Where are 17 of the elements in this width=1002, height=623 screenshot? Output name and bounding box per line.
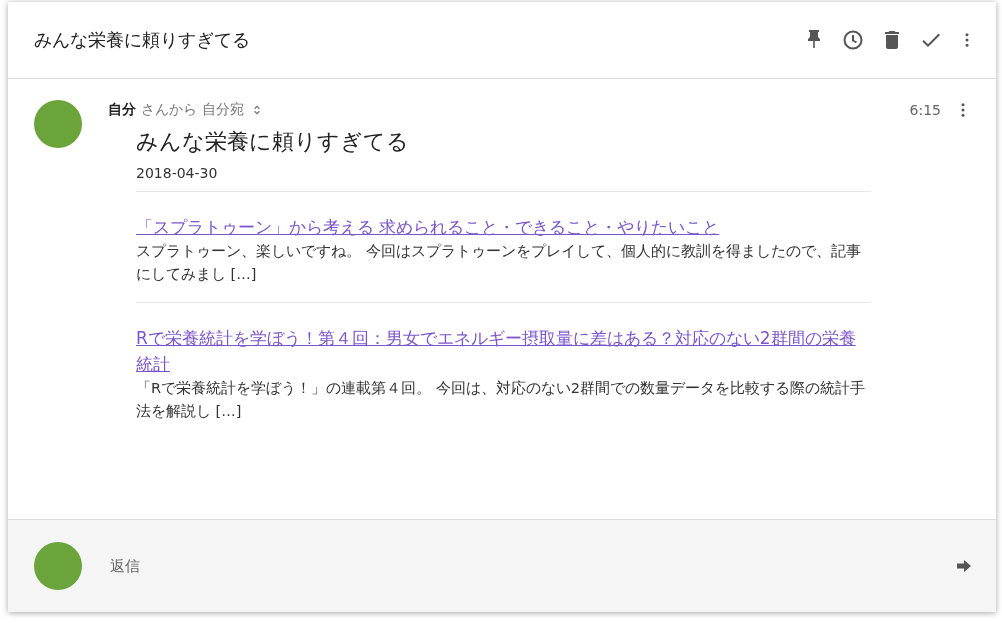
post-excerpt: 「Rで栄養統計を学ぼう！」の連載第４回。 今回は、対応のない2群間での数量データを比較する際の統計手法を解説し […] [136,379,866,421]
message-time: 6:15 [909,102,941,118]
sender-name: 自分 [108,101,136,119]
clock-icon[interactable] [841,28,865,52]
avatar [34,542,82,590]
post-link[interactable]: 「スプラトゥーン」から考える 求められること・できること・やりたいこと [136,214,871,240]
email-subject: みんな栄養に頼りすぎてる [136,128,410,156]
recipient-label: 自分宛 [202,101,244,119]
post-link[interactable]: Rで栄養統計を学ぼう！第４回：男女でエネルギー摂取量に差はある？対応のない2群間の栄養統計 [136,325,871,377]
expand-icon[interactable] [253,104,261,116]
arrow-right-icon[interactable] [956,559,972,573]
avatar [34,100,82,148]
post-excerpt: スプラトゥーン、楽しいですね。 今回はスプラトゥーンをプレイして、個人的に教訓を得ましたので、記事にしてみまし […] [136,242,862,284]
thread-title: みんな栄養に頼りすぎてる [34,28,251,52]
email-date: 2018-04-30 [136,165,219,183]
reply-field[interactable]: 返信 [108,556,956,576]
from-label: さんから [141,101,197,119]
